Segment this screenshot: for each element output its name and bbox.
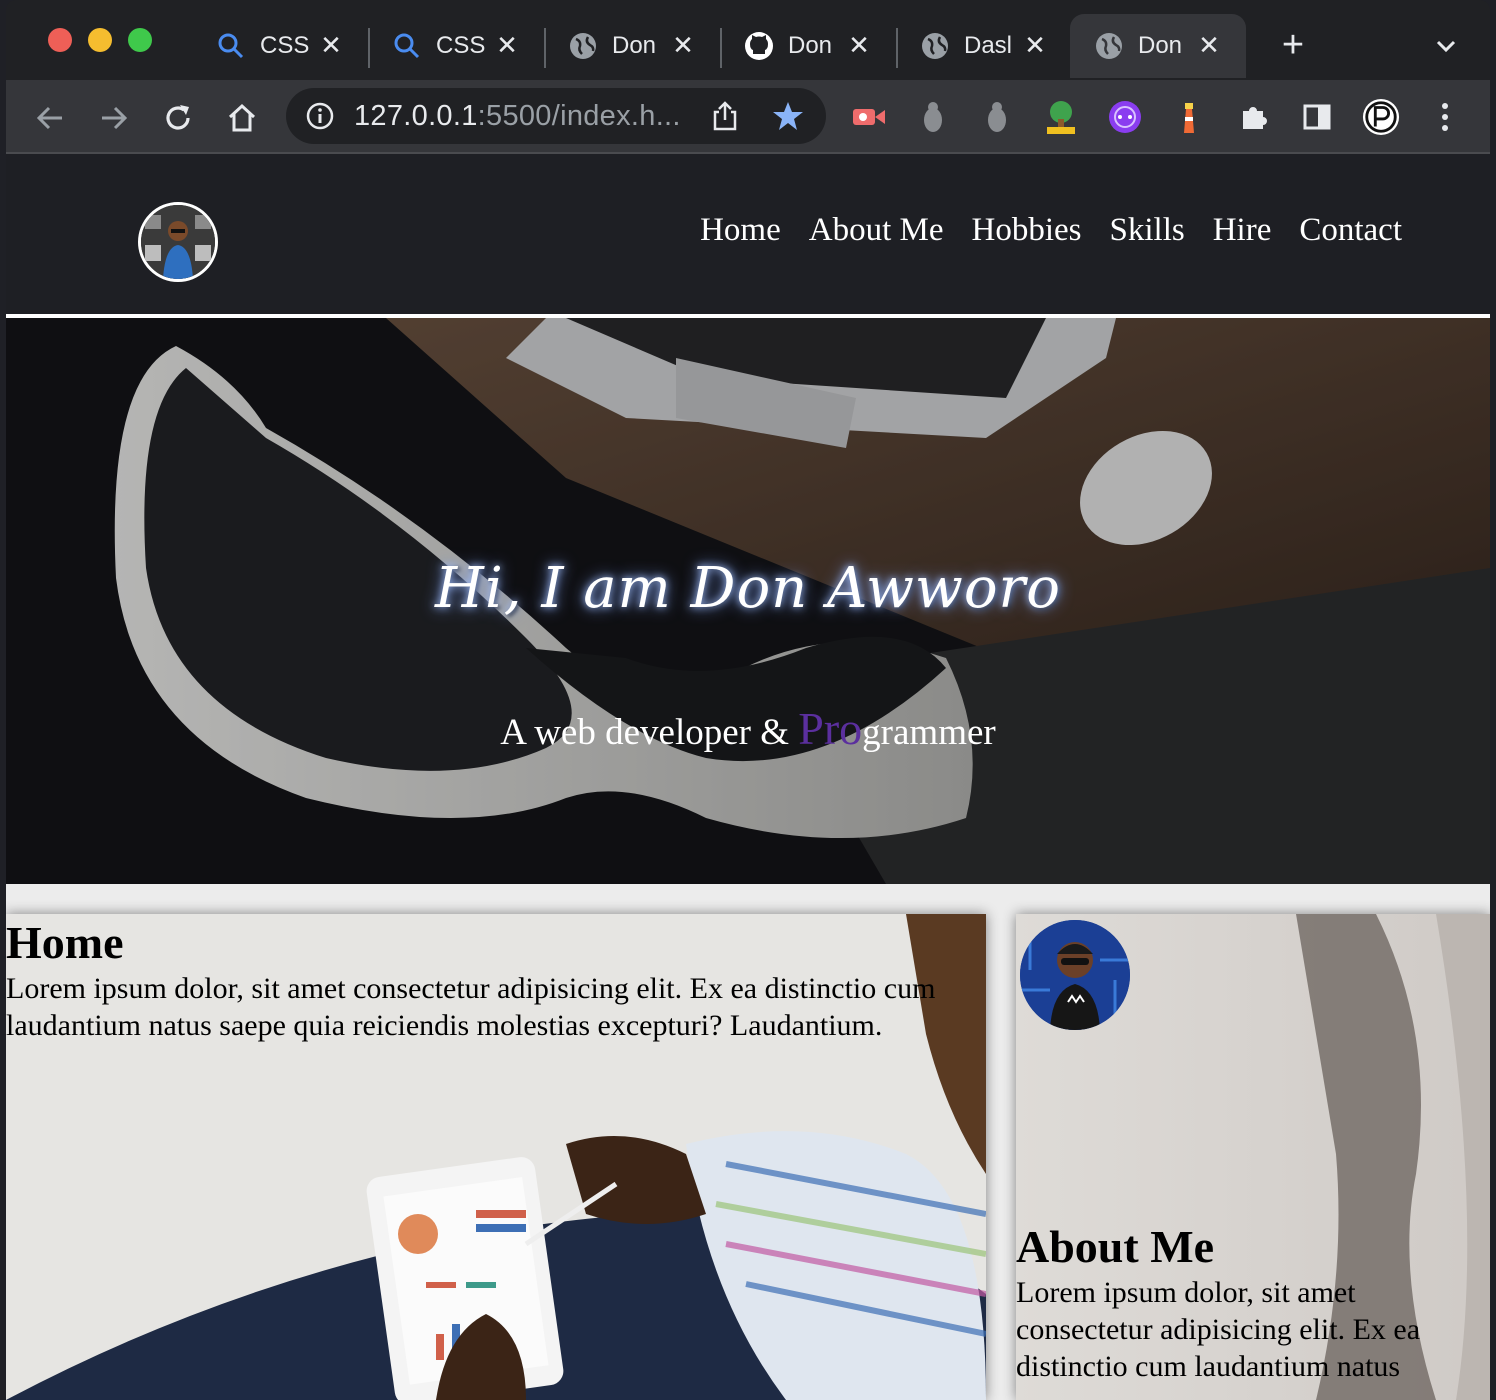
nav-link-home[interactable]: Home (700, 212, 781, 249)
screen-recorder-extension-icon[interactable] (850, 98, 888, 136)
main-nav: Home About Me Hobbies Skills Hire Contac… (700, 212, 1402, 249)
home-card-text: Home Lorem ipsum dolor, sit amet consect… (6, 916, 946, 1044)
content-cards: Home Lorem ipsum dolor, sit amet consect… (6, 884, 1490, 1400)
nav-link-hire[interactable]: Hire (1213, 212, 1272, 249)
tab-label: CSS (260, 32, 310, 59)
bug-extension-icon[interactable] (978, 98, 1016, 136)
about-card-text: About Me Lorem ipsum dolor, sit amet con… (1016, 1220, 1476, 1385)
close-icon[interactable]: ✕ (494, 32, 520, 58)
globe-icon (1094, 31, 1124, 61)
forward-button[interactable] (94, 98, 134, 138)
chevron-down-icon (1436, 40, 1456, 53)
profile-avatar-icon[interactable] (1362, 98, 1400, 136)
close-icon[interactable]: ✕ (846, 32, 872, 58)
side-panel-icon[interactable] (1298, 98, 1336, 136)
nav-link-about[interactable]: About Me (809, 212, 944, 249)
more-vertical-icon (1442, 103, 1448, 131)
tab-label: Don (612, 32, 657, 59)
tab-label: Don (1138, 32, 1183, 59)
nav-link-hobbies[interactable]: Hobbies (972, 212, 1082, 249)
browser-tab[interactable]: Dasl ✕ (896, 14, 1072, 78)
about-card-body: Lorem ipsum dolor, sit amet consectetur … (1016, 1276, 1421, 1383)
nav-link-contact[interactable]: Contact (1299, 212, 1402, 249)
back-button[interactable] (30, 98, 70, 138)
lighthouse-extension-icon[interactable] (1170, 98, 1208, 136)
bookmark-star-icon[interactable] (772, 100, 804, 132)
tab-search-button[interactable] (1430, 30, 1462, 62)
html-tree-extension-icon[interactable] (1042, 98, 1080, 136)
browser-window: CSS ✕ CSS ✕ Don ✕ Don ✕ Dasl ✕ Don ✕ + 1… (6, 0, 1490, 153)
purple-extension-icon[interactable] (1106, 98, 1144, 136)
browser-tab[interactable]: Don ✕ (544, 14, 720, 78)
minimize-window-button[interactable] (88, 28, 112, 52)
close-icon[interactable]: ✕ (1022, 32, 1048, 58)
hero-section: Hi, I am Don Awworo A web developer & Pr… (6, 318, 1490, 884)
close-window-button[interactable] (48, 28, 72, 52)
hero-subtitle: A web developer & Programmer (6, 702, 1490, 755)
reload-button[interactable] (158, 98, 198, 138)
home-card-title: Home (6, 917, 124, 968)
bug-extension-icon[interactable] (914, 98, 952, 136)
extensions-puzzle-icon[interactable] (1234, 98, 1272, 136)
home-card-body: Lorem ipsum dolor, sit amet consectetur … (6, 972, 936, 1042)
browser-tab[interactable]: Don ✕ (720, 14, 896, 78)
web-page: Home About Me Hobbies Skills Hire Contac… (6, 154, 1490, 1400)
browser-menu-button[interactable] (1426, 98, 1464, 136)
search-icon (392, 31, 422, 61)
tab-label: Dasl (964, 32, 1013, 59)
info-icon[interactable] (306, 102, 334, 130)
nav-link-skills[interactable]: Skills (1110, 212, 1185, 249)
browser-tab[interactable]: CSS ✕ (192, 14, 368, 78)
hero-subtitle-prefix: A web developer & (500, 712, 799, 753)
github-icon (744, 31, 774, 61)
home-icon (228, 103, 256, 132)
hero-subtitle-suffix: grammer (862, 712, 996, 753)
tab-label: CSS (436, 32, 486, 59)
close-icon[interactable]: ✕ (670, 32, 696, 58)
about-card: About Me Lorem ipsum dolor, sit amet con… (1016, 914, 1490, 1400)
hero-title: Hi, I am Don Awworo (434, 556, 1062, 621)
home-card: Home Lorem ipsum dolor, sit amet consect… (6, 914, 986, 1400)
about-card-title: About Me (1016, 1221, 1215, 1272)
url-text[interactable]: 127.0.0.1:5500/index.h... (354, 100, 681, 133)
about-avatar (1020, 920, 1130, 1030)
browser-tab[interactable]: CSS ✕ (368, 14, 544, 78)
maximize-window-button[interactable] (128, 28, 152, 52)
tab-label: Don (788, 32, 833, 59)
share-icon[interactable] (710, 100, 740, 132)
site-header: Home About Me Hobbies Skills Hire Contac… (6, 154, 1490, 318)
globe-icon (920, 31, 950, 61)
search-icon (216, 31, 246, 61)
site-logo-avatar[interactable] (138, 202, 218, 282)
tab-strip: CSS ✕ CSS ✕ Don ✕ Don ✕ Dasl ✕ Don ✕ + (6, 0, 1490, 80)
arrow-left-icon (36, 106, 62, 130)
address-bar[interactable]: 127.0.0.1:5500/index.h... (286, 88, 826, 144)
reload-icon (166, 105, 190, 130)
browser-tab-active[interactable]: Don ✕ (1070, 14, 1246, 78)
url-path: :5500/index.h... (477, 100, 681, 132)
url-host: 127.0.0.1 (354, 100, 478, 132)
arrow-right-icon (102, 106, 128, 130)
home-button[interactable] (222, 98, 262, 138)
browser-toolbar: 127.0.0.1:5500/index.h... (6, 80, 1490, 153)
close-icon[interactable]: ✕ (318, 32, 344, 58)
close-icon[interactable]: ✕ (1196, 32, 1222, 58)
new-tab-button[interactable]: + (1276, 26, 1310, 64)
globe-icon (568, 31, 598, 61)
hero-subtitle-highlight: Pro (798, 703, 863, 754)
